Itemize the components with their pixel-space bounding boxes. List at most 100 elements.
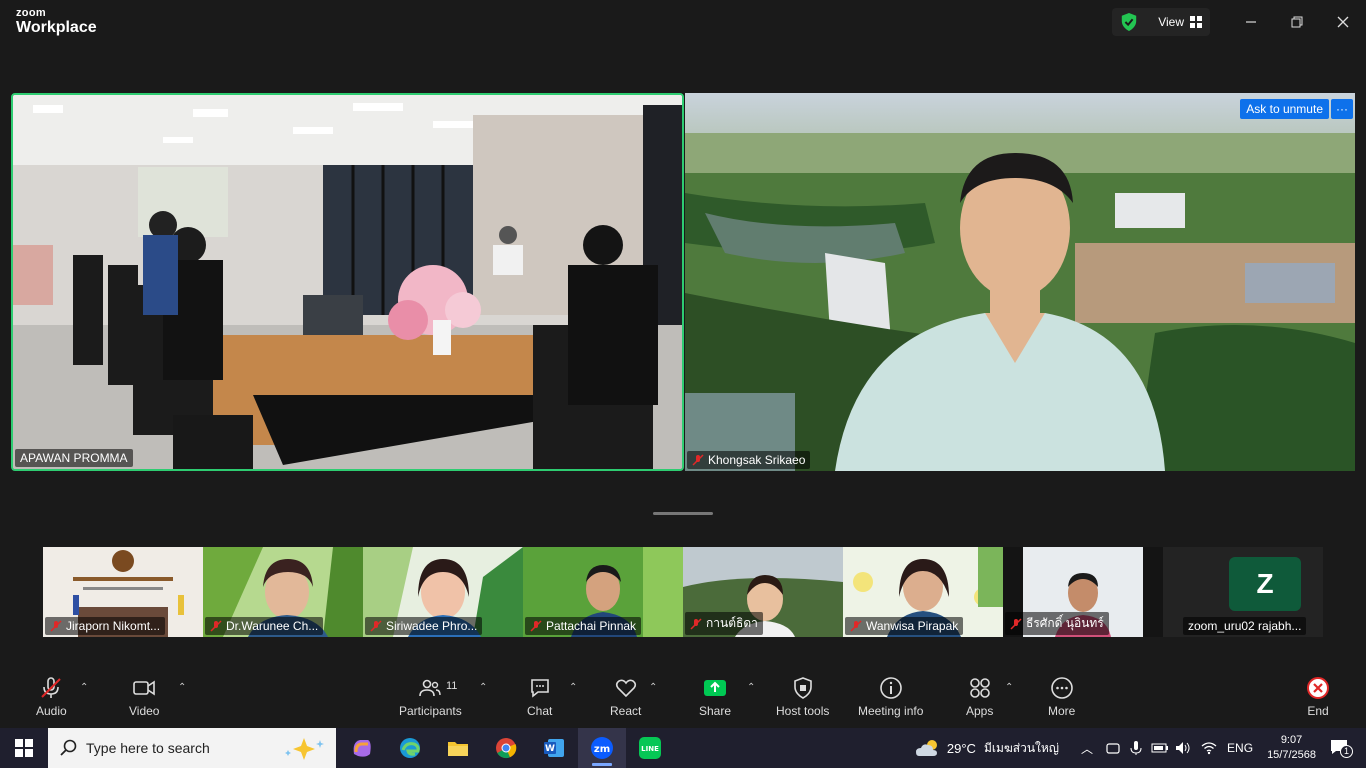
taskbar-word[interactable]: W (530, 728, 578, 768)
microphone-icon[interactable] (1129, 740, 1143, 756)
clock[interactable]: 9:07 15/7/2568 (1267, 733, 1316, 763)
participant-name-label: Dr.Warunee Ch... (205, 617, 324, 635)
copilot-icon (353, 740, 371, 757)
chevron-up-icon[interactable]: ︿ (1081, 740, 1093, 757)
weather-description[interactable]: มีเมฆส่วนใหญ่ (984, 739, 1059, 758)
muted-mic-icon (370, 620, 382, 632)
share-button[interactable]: Share (699, 676, 731, 718)
more-button[interactable]: More (1048, 676, 1075, 718)
muted-mic-icon (210, 620, 222, 632)
end-call-icon (1307, 677, 1329, 699)
windows-taskbar: Type here to search W zm LINE 29°C มีเมฆ… (0, 728, 1366, 768)
minimize-icon (1246, 21, 1256, 23)
aerial-background-video (685, 93, 1355, 471)
apps-icon (969, 678, 990, 698)
react-options-caret[interactable]: ⌃ (649, 682, 657, 693)
participant-name-label: กานต์ธิดา (685, 612, 763, 635)
host-tools-button[interactable]: Host tools (776, 676, 829, 718)
notification-badge: 1 (1340, 744, 1353, 758)
muted-mic-icon (530, 620, 542, 632)
participant-name-label: Jiraporn Nikomt... (45, 617, 166, 635)
gallery-tile[interactable]: Pattachai Pinnak (523, 547, 683, 637)
restore-button[interactable] (1274, 0, 1320, 44)
apps-options-caret[interactable]: ⌃ (1005, 682, 1013, 693)
audio-options-caret[interactable]: ⌃ (80, 682, 88, 693)
participant-name-label: ธีรศักดิ์ นุอินทร์ (1005, 612, 1109, 635)
view-button[interactable]: View (1112, 8, 1210, 36)
video-tile-active-speaker[interactable]: APAWAN PROMMA (11, 93, 684, 471)
muted-mic-icon (850, 620, 862, 632)
gallery-tile[interactable]: กานต์ธิดา (683, 547, 843, 637)
taskbar-chrome[interactable] (482, 728, 530, 768)
gallery-tile[interactable]: ธีรศักดิ์ นุอินทร์ (1003, 547, 1163, 637)
word-icon: W (544, 739, 564, 757)
shield-icon (793, 677, 812, 699)
muted-mic-icon (50, 620, 62, 632)
resize-handle[interactable] (653, 512, 713, 515)
chat-icon (530, 679, 549, 698)
chrome-icon (496, 738, 517, 759)
sparkle-icon (285, 738, 324, 760)
meeting-tray-icon[interactable] (1105, 740, 1121, 756)
share-screen-icon (704, 680, 727, 696)
video-tile-participant[interactable]: Ask to unmute ··· Khongsak Srikaeo (685, 93, 1355, 471)
participants-options-caret[interactable]: ⌃ (479, 682, 487, 693)
participants-count: 11 (446, 680, 458, 692)
participant-name-label: Siriwadee Phro... (365, 617, 483, 635)
gallery-tile[interactable]: Z zoom_uru02 rajabh... (1163, 547, 1323, 637)
muted-mic-icon (1010, 617, 1022, 630)
line-icon: LINE (639, 737, 661, 759)
muted-mic-icon (690, 617, 702, 630)
weather-temperature[interactable]: 29°C (947, 741, 976, 756)
taskbar-copilot[interactable] (338, 728, 386, 768)
tile-more-options-button[interactable]: ··· (1331, 99, 1353, 119)
chat-button[interactable]: Chat (527, 676, 552, 718)
meeting-info-button[interactable]: Meeting info (858, 676, 923, 718)
ask-to-unmute-button[interactable]: Ask to unmute (1240, 99, 1329, 119)
react-button[interactable]: React (610, 676, 641, 718)
close-window-button[interactable] (1320, 0, 1366, 44)
wifi-icon[interactable] (1201, 741, 1217, 755)
taskbar-line[interactable]: LINE (626, 728, 674, 768)
battery-icon[interactable] (1151, 741, 1169, 755)
cloudy-weather-icon[interactable] (915, 738, 941, 758)
participant-name-label: Khongsak Srikaeo (687, 451, 811, 469)
grid-icon (1190, 16, 1202, 28)
gallery-tile[interactable]: Dr.Warunee Ch... (203, 547, 363, 637)
taskbar-search-input[interactable]: Type here to search (48, 728, 336, 768)
more-dots-icon (1050, 677, 1073, 699)
apps-button[interactable]: Apps (966, 676, 993, 718)
video-stage: APAWAN PROMMA Ask to unmute ··· Khongsak… (0, 44, 1366, 660)
clock-time: 9:07 (1280, 734, 1303, 747)
edge-icon (400, 738, 420, 758)
volume-icon[interactable] (1175, 741, 1191, 755)
taskbar-file-explorer[interactable] (434, 728, 482, 768)
video-button[interactable]: Video (129, 676, 159, 718)
video-options-caret[interactable]: ⌃ (178, 682, 186, 693)
gallery-strip: Jiraporn Nikomt... Dr.Warunee Ch... Siri… (43, 547, 1323, 637)
svg-text:zm: zm (594, 744, 610, 755)
end-meeting-button[interactable]: End (1306, 676, 1330, 718)
participant-name-label: Pattachai Pinnak (525, 617, 642, 635)
chat-options-caret[interactable]: ⌃ (569, 682, 577, 693)
close-icon (1337, 16, 1349, 28)
muted-mic-icon (41, 677, 62, 698)
gallery-tile[interactable]: Siriwadee Phro... (363, 547, 523, 637)
minimize-button[interactable] (1228, 0, 1274, 44)
meeting-toolbar: Audio ⌃ Video ⌃ Participants 11 ⌃ Chat ⌃… (0, 660, 1366, 728)
view-label: View (1158, 15, 1184, 29)
start-button[interactable] (0, 728, 48, 768)
taskbar-zoom[interactable]: zm (578, 728, 626, 768)
gallery-tile[interactable]: Jiraporn Nikomt... (43, 547, 203, 637)
meeting-room-video (13, 95, 682, 469)
share-options-caret[interactable]: ⌃ (747, 682, 755, 693)
heart-icon (615, 679, 636, 698)
search-icon (60, 739, 77, 756)
gallery-tile[interactable]: Wanwisa Pirapak (843, 547, 1003, 637)
zoom-icon: zm (591, 737, 613, 759)
security-shield-icon[interactable] (1120, 12, 1138, 32)
audio-button[interactable]: Audio (36, 676, 67, 718)
notification-center-button[interactable]: 1 (1330, 739, 1356, 758)
input-language[interactable]: ENG (1227, 741, 1253, 755)
taskbar-edge[interactable] (386, 728, 434, 768)
